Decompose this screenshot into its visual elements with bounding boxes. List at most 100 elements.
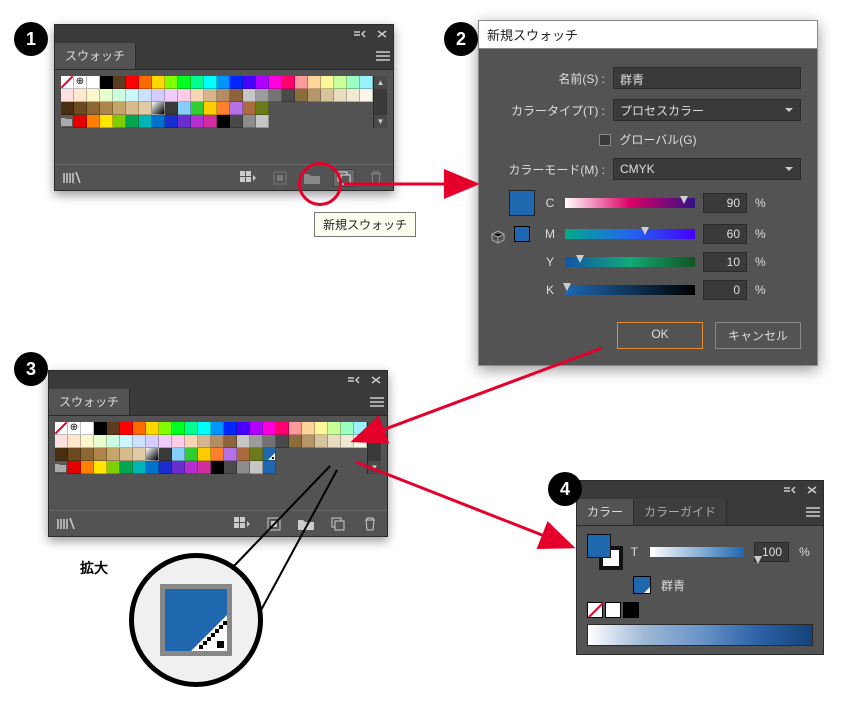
- swatch-cell[interactable]: [250, 422, 263, 435]
- swatch-cell[interactable]: [334, 89, 347, 102]
- swatch-cell[interactable]: [347, 76, 360, 89]
- swatch-cell[interactable]: [133, 461, 146, 474]
- swatch-cell[interactable]: [152, 89, 165, 102]
- swatch-cell[interactable]: [81, 461, 94, 474]
- trash-icon[interactable]: [365, 169, 387, 187]
- swatch-cell[interactable]: [191, 89, 204, 102]
- swatch-cell[interactable]: [139, 102, 152, 115]
- scroll-up-icon[interactable]: ▲: [374, 76, 387, 89]
- swatch-cell[interactable]: [113, 89, 126, 102]
- swatch-cell[interactable]: [165, 115, 178, 128]
- swatch-cell[interactable]: [61, 76, 74, 89]
- swatch-cell[interactable]: [354, 422, 367, 435]
- swatch-cell[interactable]: [165, 76, 178, 89]
- swatch-cell[interactable]: [224, 448, 237, 461]
- swatch-cell[interactable]: [321, 76, 334, 89]
- swatch-cell[interactable]: [74, 102, 87, 115]
- swatch-cell[interactable]: [133, 422, 146, 435]
- swatch-cell[interactable]: [243, 76, 256, 89]
- swatch-cell[interactable]: [217, 89, 230, 102]
- swatch-cell[interactable]: [308, 76, 321, 89]
- swatch-cell[interactable]: [87, 115, 100, 128]
- swatch-cell[interactable]: [230, 89, 243, 102]
- swatch-cell[interactable]: [204, 89, 217, 102]
- swatch-cell[interactable]: [243, 102, 256, 115]
- swatch-cell[interactable]: [126, 102, 139, 115]
- swatch-cell[interactable]: [263, 461, 276, 474]
- swatch-cell[interactable]: [289, 422, 302, 435]
- swatch-cell[interactable]: [360, 76, 373, 89]
- swatch-cell[interactable]: [341, 435, 354, 448]
- swatch-cell[interactable]: [107, 448, 120, 461]
- tab-swatches[interactable]: スウォッチ: [55, 43, 136, 69]
- swatch-cell[interactable]: [139, 76, 152, 89]
- swatch-cell[interactable]: [100, 102, 113, 115]
- global-checkbox[interactable]: [599, 134, 611, 146]
- y-value-input[interactable]: 10: [703, 252, 747, 272]
- swatch-cell[interactable]: [159, 448, 172, 461]
- swatch-cell[interactable]: [217, 115, 230, 128]
- swatch-cell[interactable]: [81, 435, 94, 448]
- swatch-cell[interactable]: [224, 435, 237, 448]
- swatch-grid[interactable]: ⊕: [61, 76, 373, 128]
- new-global-swatch[interactable]: [263, 448, 276, 461]
- swatch-cell[interactable]: [230, 115, 243, 128]
- panel-menu-icon[interactable]: [373, 43, 393, 69]
- swatch-cell[interactable]: [146, 461, 159, 474]
- scroll-up-icon[interactable]: ▲: [368, 422, 381, 435]
- swatch-cell[interactable]: [191, 115, 204, 128]
- swatch-cell[interactable]: [81, 448, 94, 461]
- swatch-cell[interactable]: [74, 89, 87, 102]
- swatch-cell[interactable]: [243, 115, 256, 128]
- scroll-down-icon[interactable]: ▼: [368, 461, 381, 474]
- swatch-cell[interactable]: [211, 461, 224, 474]
- swatch-cell[interactable]: [256, 102, 269, 115]
- swatch-cell[interactable]: [120, 448, 133, 461]
- swatch-cell[interactable]: [172, 448, 185, 461]
- swatch-cell[interactable]: [256, 115, 269, 128]
- swatch-cell[interactable]: [360, 89, 373, 102]
- swatch-cell[interactable]: [250, 448, 263, 461]
- swatch-cell[interactable]: [146, 422, 159, 435]
- swatch-cell[interactable]: [276, 435, 289, 448]
- y-slider[interactable]: [565, 257, 695, 267]
- close-icon[interactable]: [375, 29, 389, 39]
- swatch-cell[interactable]: [302, 422, 315, 435]
- swatch-cell[interactable]: [347, 89, 360, 102]
- swatch-cell[interactable]: [328, 422, 341, 435]
- swatch-cell[interactable]: [74, 115, 87, 128]
- swatch-cell[interactable]: [328, 435, 341, 448]
- swatch-cell[interactable]: [237, 435, 250, 448]
- swatch-cell[interactable]: [87, 89, 100, 102]
- swatch-cell[interactable]: [217, 102, 230, 115]
- swatch-cell[interactable]: [165, 102, 178, 115]
- swatch-cell[interactable]: [250, 435, 263, 448]
- swatch-cell[interactable]: [55, 461, 68, 474]
- swatch-cell[interactable]: [211, 435, 224, 448]
- scroll-down-icon[interactable]: ▼: [374, 115, 387, 128]
- trash-icon[interactable]: [359, 515, 381, 533]
- swatch-cell[interactable]: [263, 422, 276, 435]
- swatch-options-icon[interactable]: [263, 515, 285, 533]
- swatch-cell[interactable]: [55, 435, 68, 448]
- swatch-cell[interactable]: [341, 422, 354, 435]
- panel-menu-icon[interactable]: [803, 499, 823, 525]
- swatch-cell[interactable]: [289, 435, 302, 448]
- k-slider[interactable]: [565, 285, 695, 295]
- spectrum-bar[interactable]: [587, 624, 813, 646]
- swatch-cell[interactable]: [198, 435, 211, 448]
- swatch-cell[interactable]: [113, 76, 126, 89]
- swatch-cell[interactable]: [295, 89, 308, 102]
- swatch-cell[interactable]: [152, 76, 165, 89]
- swatch-cell[interactable]: [152, 102, 165, 115]
- swatch-cell[interactable]: [308, 89, 321, 102]
- new-swatch-button[interactable]: [327, 515, 349, 533]
- swatch-cell[interactable]: [354, 435, 367, 448]
- swatch-cell[interactable]: [172, 435, 185, 448]
- swatch-cell[interactable]: [185, 422, 198, 435]
- swatch-cell[interactable]: [172, 461, 185, 474]
- ok-button[interactable]: OK: [617, 322, 703, 349]
- show-kinds-icon[interactable]: [237, 169, 259, 187]
- swatch-cell[interactable]: [120, 435, 133, 448]
- swatch-cell[interactable]: [68, 461, 81, 474]
